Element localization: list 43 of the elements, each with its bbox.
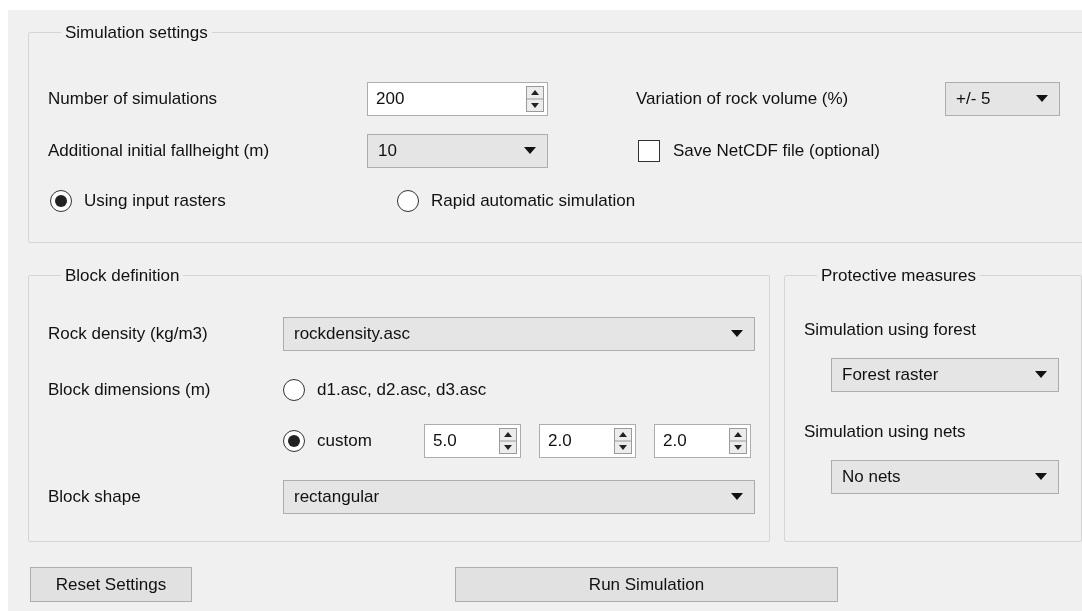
spin-box[interactable]: 2.0 <box>539 424 636 458</box>
field-label: Additional initial fallheight (m) <box>48 139 271 162</box>
field-label: Rock density (kg/m3) <box>48 323 209 346</box>
dropdown[interactable]: 10 <box>367 133 548 168</box>
radio-button[interactable] <box>283 379 305 401</box>
dropdown[interactable]: No nets <box>831 460 1059 494</box>
field-label: Simulation using nets <box>804 421 967 443</box>
group-title: Simulation settings <box>64 22 209 44</box>
dropdown[interactable]: +/- 5 <box>945 81 1060 116</box>
field-label: Simulation using forest <box>804 319 977 341</box>
radio-label[interactable]: Using input rasters <box>84 187 226 214</box>
button[interactable]: Reset Settings <box>30 567 192 602</box>
spin-box[interactable]: 5.0 <box>424 424 521 458</box>
caret-icon <box>1034 371 1048 379</box>
spinner-arrows-icon <box>729 428 747 454</box>
caret-icon <box>523 146 537 155</box>
spinner-arrows-icon <box>614 428 632 454</box>
radio-button[interactable] <box>50 189 72 212</box>
spin-box[interactable]: 2.0 <box>654 424 751 458</box>
checkbox[interactable] <box>638 139 660 162</box>
caret-icon <box>730 493 744 501</box>
group-title: Protective measures <box>820 264 977 287</box>
checkbox-label[interactable]: Save NetCDF file (optional) <box>673 137 880 164</box>
radio-label[interactable]: d1.asc, d2.asc, d3.asc <box>317 377 487 403</box>
caret-icon <box>1035 94 1049 103</box>
caret-icon <box>730 330 744 338</box>
caret-icon <box>1034 473 1048 481</box>
dropdown[interactable]: Forest raster <box>831 358 1059 392</box>
spin-box[interactable]: 200 <box>367 81 548 116</box>
dropdown[interactable]: rockdensity.asc <box>283 317 755 351</box>
button[interactable]: Run Simulation <box>455 567 838 602</box>
spinner-arrows-icon <box>526 85 544 112</box>
field-label: Block shape <box>48 486 142 509</box>
radio-button[interactable] <box>283 430 305 452</box>
spinner-arrows-icon <box>499 428 517 454</box>
radio-label[interactable]: Rapid automatic simulation <box>431 187 636 214</box>
dropdown[interactable]: rectangular <box>283 480 755 514</box>
radio-button[interactable] <box>397 189 419 212</box>
field-label: Number of simulations <box>48 87 219 110</box>
radio-label[interactable]: custom <box>317 428 372 454</box>
group-title: Block definition <box>64 264 181 287</box>
field-label: Variation of rock volume (%) <box>636 87 850 110</box>
field-label: Block dimensions (m) <box>48 379 212 402</box>
